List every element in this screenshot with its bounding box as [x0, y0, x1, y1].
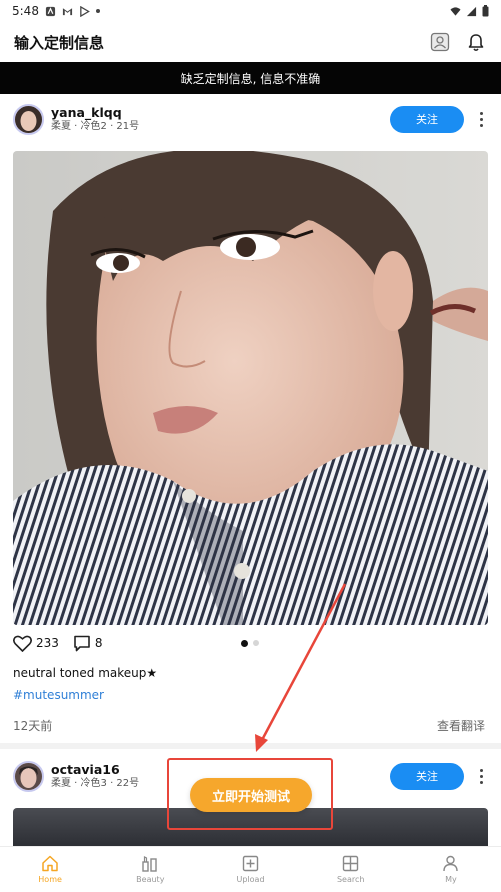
- start-test-button[interactable]: 立即开始测试: [190, 778, 312, 812]
- profile-card-button[interactable]: [429, 31, 451, 53]
- avatar[interactable]: [13, 760, 44, 792]
- post-user-meta: 柔夏 · 冷色3 · 22号: [51, 778, 140, 789]
- bell-icon: [468, 33, 484, 51]
- nav-label: Search: [336, 875, 365, 884]
- top-app-bar: 输入定制信息: [0, 22, 501, 62]
- post-divider: [0, 743, 501, 749]
- comment-icon[interactable]: [73, 635, 91, 652]
- status-dot-icon: [95, 9, 100, 13]
- nav-label: My: [445, 875, 457, 884]
- home-icon: [42, 855, 58, 872]
- post-user-meta: 柔夏 · 冷色2 · 21号: [51, 121, 140, 132]
- gmail-icon: [62, 7, 73, 15]
- battery-icon: [482, 5, 489, 17]
- notifications-button[interactable]: [465, 31, 487, 53]
- bottom-navigation: Home Beauty Upload Search My: [0, 846, 501, 892]
- post-photo[interactable]: [13, 151, 488, 625]
- profile-icon: [443, 855, 459, 872]
- post-username[interactable]: octavia16: [51, 762, 139, 777]
- like-heart-icon[interactable]: [13, 635, 32, 652]
- translate-link[interactable]: 查看翻译: [437, 717, 485, 734]
- post-caption: neutral toned makeup★: [13, 666, 158, 680]
- signal-icon: [466, 6, 477, 16]
- comment-count: 8: [94, 636, 103, 650]
- upload-icon: [242, 855, 259, 872]
- follow-button[interactable]: 关注: [390, 105, 464, 133]
- nav-item-my[interactable]: My: [401, 847, 501, 892]
- status-time: 5:48: [12, 4, 39, 18]
- nav-item-upload[interactable]: Upload: [200, 847, 300, 892]
- follow-button[interactable]: 关注: [390, 762, 464, 790]
- play-store-icon: [80, 5, 90, 17]
- more-options-icon[interactable]: [474, 111, 488, 127]
- search-icon: [343, 855, 359, 872]
- nav-item-beauty[interactable]: Beauty: [100, 847, 200, 892]
- avatar[interactable]: [13, 103, 44, 135]
- nav-label: Home: [38, 875, 62, 884]
- page-title: 输入定制信息: [14, 33, 105, 52]
- nav-label: Beauty: [136, 875, 165, 884]
- info-warning-banner[interactable]: 缺乏定制信息, 信息不准确: [0, 62, 501, 94]
- beauty-icon: [142, 856, 157, 872]
- post-hashtag[interactable]: #mutesummer: [0, 685, 501, 705]
- carousel-dot: [241, 640, 248, 647]
- like-count: 233: [36, 636, 59, 650]
- portrait-image: [13, 151, 488, 625]
- nav-item-home[interactable]: Home: [0, 847, 100, 892]
- nav-label: Upload: [236, 875, 265, 884]
- wifi-icon: [450, 6, 461, 16]
- status-bar: 5:48: [0, 0, 501, 22]
- post-time: 12天前: [13, 719, 53, 733]
- profile-card-icon: [430, 32, 450, 52]
- feed-post: yana_klqq 柔夏 · 冷色2 · 21号 关注 233 8 neutra…: [0, 97, 501, 749]
- app-notification-icon: [45, 6, 56, 16]
- more-options-icon[interactable]: [474, 768, 488, 784]
- carousel-indicator: [241, 640, 259, 647]
- post-header: yana_klqq 柔夏 · 冷色2 · 21号 关注: [0, 97, 501, 141]
- carousel-dot: [253, 640, 259, 646]
- post-username[interactable]: yana_klqq: [51, 105, 139, 120]
- post-photo[interactable]: [13, 808, 488, 848]
- banner-text: 缺乏定制信息, 信息不准确: [180, 71, 321, 86]
- nav-item-search[interactable]: Search: [301, 847, 401, 892]
